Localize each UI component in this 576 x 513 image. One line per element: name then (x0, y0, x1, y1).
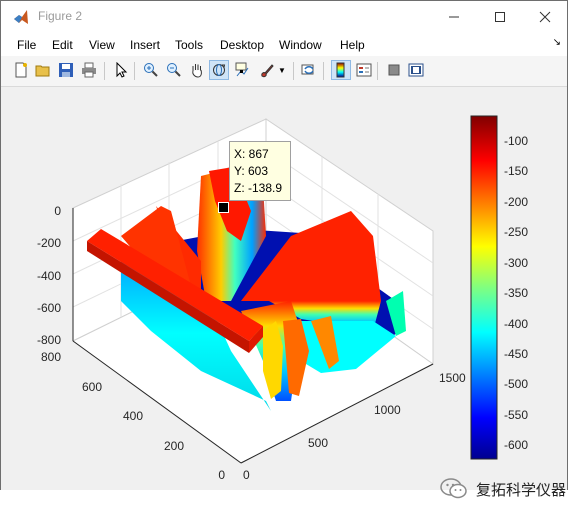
colorbar-tick: -200 (504, 195, 528, 209)
minimize-icon (449, 16, 459, 17)
colorbar-tick: -250 (504, 225, 528, 239)
y-tick: 0 (218, 468, 225, 482)
link-plot-button[interactable] (299, 60, 319, 80)
watermark-text: 复拓科学仪器 (476, 481, 567, 499)
rotate-3d-icon (213, 64, 226, 76)
pan-hand-icon (192, 64, 202, 78)
save-button[interactable] (56, 60, 76, 80)
minimize-button[interactable] (431, 1, 477, 32)
colorbar-tick: -600 (504, 438, 528, 452)
x-tick: 500 (308, 436, 328, 450)
figure-window: Figure 2 File Edit View Insert Tools Des… (0, 0, 568, 490)
colorbar-tick: -350 (504, 286, 528, 300)
toolbar-separator (134, 62, 135, 80)
print-icon (82, 62, 96, 78)
maximize-button[interactable] (477, 1, 523, 32)
rotate-3d-button[interactable] (209, 60, 229, 80)
y-tick: 600 (82, 380, 102, 394)
colorbar-tick: -550 (504, 408, 528, 422)
y-tick: 400 (123, 409, 143, 423)
legend-icon (356, 63, 372, 77)
colorbar-tick: -300 (504, 256, 528, 270)
z-tick: -800 (37, 333, 61, 347)
datatip-marker[interactable] (218, 202, 229, 213)
insert-legend-button[interactable] (354, 60, 374, 80)
colorbar-tick: -100 (504, 134, 528, 148)
menu-desktop[interactable]: Desktop (220, 38, 264, 52)
toolbar-separator (377, 62, 378, 80)
title-bar: Figure 2 (1, 1, 567, 32)
colorbar-ticks: -100 -150 -200 -250 -300 -350 -400 -450 … (504, 134, 528, 452)
link-plot-icon (301, 64, 314, 75)
show-plot-tools-button[interactable] (406, 60, 426, 80)
colorbar-tick: -400 (504, 317, 528, 331)
menu-file[interactable]: File (17, 38, 36, 52)
new-file-icon (15, 62, 27, 78)
matlab-logo-icon (14, 10, 28, 24)
save-icon (59, 63, 73, 77)
menu-insert[interactable]: Insert (130, 38, 160, 52)
window-title: Figure 2 (38, 9, 83, 23)
wechat-logo-icon (440, 478, 467, 499)
dock-arrow-icon[interactable]: ↘ (553, 37, 561, 48)
menu-window[interactable]: Window (279, 38, 322, 52)
colorbar-icon (336, 62, 345, 78)
data-cursor-icon (235, 62, 249, 77)
close-icon (539, 11, 551, 22)
pan-button[interactable] (187, 60, 207, 80)
data-cursor-button[interactable] (232, 60, 252, 80)
open-file-button[interactable] (33, 60, 53, 80)
hide-plot-tools-button[interactable] (384, 60, 404, 80)
menu-help[interactable]: Help (340, 38, 365, 52)
print-button[interactable] (79, 60, 99, 80)
maximize-icon (495, 11, 505, 22)
watermark: 复拓科学仪器 (440, 474, 576, 504)
colorbar-gradient (470, 115, 498, 460)
brush-dropdown-arrow-icon[interactable]: ▼ (277, 60, 287, 80)
hide-plot-tools-icon (388, 64, 400, 76)
new-figure-button[interactable] (11, 60, 31, 80)
show-plot-tools-icon (408, 63, 424, 77)
z-tick: -200 (37, 236, 61, 250)
datatip-y: Y: 603 (234, 164, 269, 178)
z-tick: -400 (37, 269, 61, 283)
colorbar[interactable] (470, 115, 498, 460)
pointer-arrow-icon (116, 62, 128, 78)
colorbar-tick: -500 (504, 377, 528, 391)
open-folder-icon (35, 65, 50, 77)
datatip-z: Z: -138.9 (234, 181, 283, 195)
zoom-in-icon (144, 63, 158, 77)
insert-colorbar-button[interactable] (331, 60, 351, 80)
x-tick: 0 (243, 468, 250, 482)
x-tick: 1000 (374, 403, 401, 417)
toolbar-separator (293, 62, 294, 80)
brush-icon (261, 64, 274, 78)
menu-view[interactable]: View (89, 38, 115, 52)
colorbar-tick: -450 (504, 347, 528, 361)
datatip-x: X: 867 (234, 147, 269, 161)
z-tick: 0 (54, 204, 61, 218)
close-button[interactable] (522, 1, 568, 32)
menu-tools[interactable]: Tools (175, 38, 203, 52)
zoom-out-button[interactable] (164, 60, 184, 80)
brush-button[interactable] (257, 60, 277, 80)
x-tick: 1500 (439, 371, 466, 385)
datatip[interactable]: X: 867 Y: 603 Z: -138.9 (229, 141, 291, 201)
colorbar-tick: -150 (504, 164, 528, 178)
toolbar-separator (104, 62, 105, 80)
toolbar-separator (323, 62, 324, 80)
z-axis-ticks: 0 -200 -400 -600 -800 (37, 204, 61, 347)
z-tick: -600 (37, 301, 61, 315)
edit-plot-button[interactable] (111, 60, 131, 80)
zoom-out-icon (167, 63, 181, 77)
menu-bar: File Edit View Insert Tools Desktop Wind… (1, 32, 567, 56)
zoom-in-button[interactable] (141, 60, 161, 80)
menu-edit[interactable]: Edit (52, 38, 73, 52)
y-tick: 800 (41, 350, 61, 364)
figure-toolbar: ▼ (1, 56, 567, 87)
y-tick: 200 (164, 439, 184, 453)
